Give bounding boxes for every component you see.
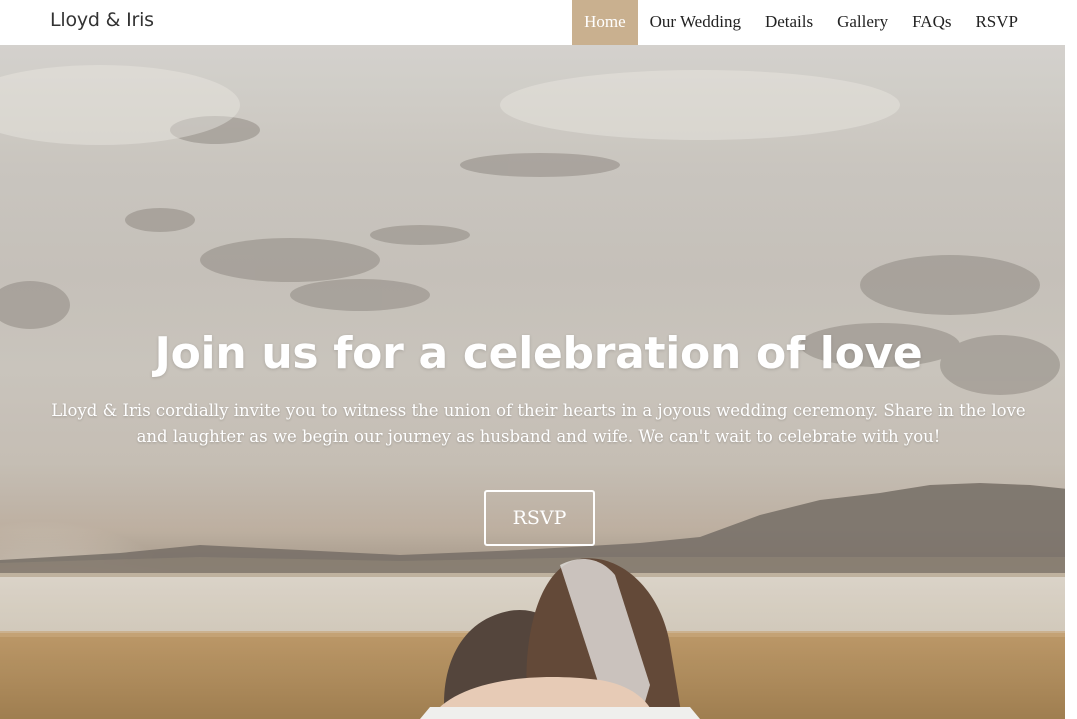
nav-item-home[interactable]: Home [572,0,638,45]
page-scrollbar[interactable] [1065,0,1077,719]
nav-item-gallery[interactable]: Gallery [825,0,900,45]
hero-headline: Join us for a celebration of love [154,328,923,379]
nav-item-faqs[interactable]: FAQs [900,0,963,45]
top-navbar: Lloyd & Iris Home Our Wedding Details Ga… [0,0,1077,45]
nav-item-details[interactable]: Details [753,0,825,45]
hero-overlay [0,45,1077,719]
nav-item-rsvp[interactable]: RSVP [963,0,1030,45]
nav-links: Home Our Wedding Details Gallery FAQs RS… [572,0,1030,45]
hero-subtext: Lloyd & Iris cordially invite you to wit… [51,401,1026,446]
nav-item-our-wedding[interactable]: Our Wedding [638,0,753,45]
rsvp-button[interactable]: RSVP [484,490,595,546]
hero-section: Join us for a celebration of love Lloyd … [0,45,1077,719]
brand-logo-link[interactable]: Lloyd & Iris [50,9,154,31]
